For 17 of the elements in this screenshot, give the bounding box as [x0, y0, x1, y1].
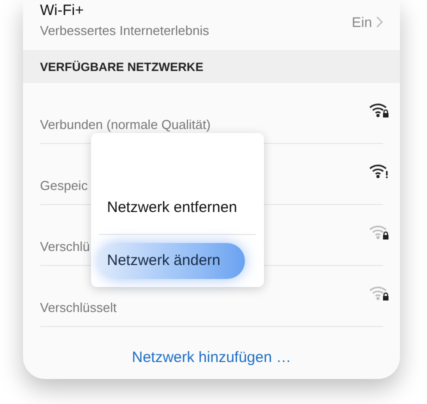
network-status: Verschlü	[40, 238, 90, 256]
menu-item[interactable]: Netzwerk entfernen	[99, 190, 245, 226]
setting-value: Ein	[352, 12, 372, 32]
wifi-lock-icon	[369, 102, 389, 118]
setting-subtitle: Verbessertes Interneterlebnis	[40, 22, 210, 40]
section-title: VERFÜGBARE NETZWERKE	[40, 58, 204, 76]
wifi-lock-icon	[369, 224, 389, 240]
network-status: Verschlüsselt	[40, 299, 117, 318]
wifi-plus-row[interactable]: Wi-Fi+ Verbessertes Interneterlebnis Ein	[23, 0, 400, 50]
setting-title: Wi-Fi+	[40, 2, 85, 20]
wifi-warning-icon	[369, 163, 389, 179]
wifi-lock-icon	[369, 285, 389, 301]
network-status: Verbunden (normale Qualität)	[40, 116, 211, 134]
menu-item[interactable]: Netzwerk ändern	[99, 243, 245, 279]
add-network-link[interactable]: Netzwerk hinzufügen …	[132, 346, 292, 370]
chevron-right-icon	[376, 16, 383, 28]
network-status: Gespeic	[40, 177, 88, 196]
